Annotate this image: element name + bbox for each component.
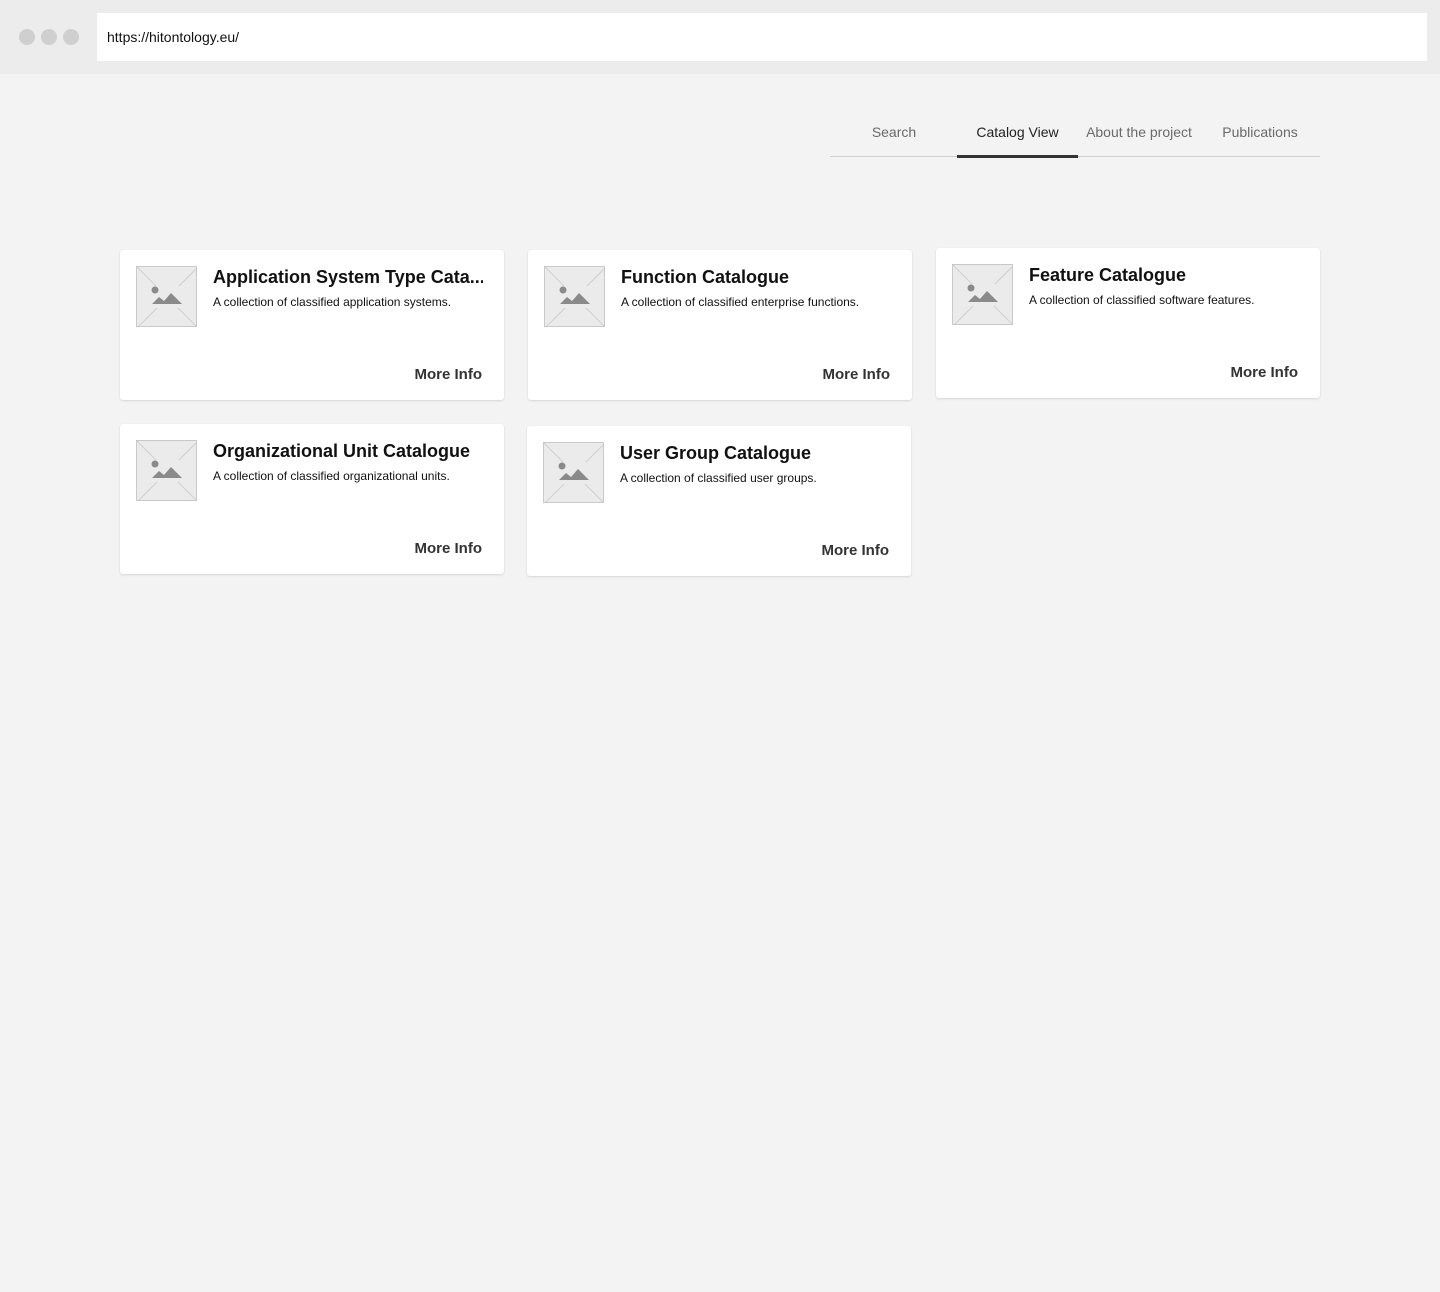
more-info-button[interactable]: More Info (415, 366, 483, 383)
tab-catalog-view[interactable]: Catalog View (957, 108, 1078, 158)
catalog-card-application-system-type: Application System Type Cata... A collec… (120, 250, 504, 400)
card-title: Organizational Unit Catalogue (213, 441, 471, 461)
tab-about-label: About the project (1086, 124, 1192, 140)
address-bar[interactable]: https://hitontology.eu/ (97, 13, 1427, 61)
catalog-card-feature: Feature Catalogue A collection of classi… (936, 248, 1320, 398)
more-info-button[interactable]: More Info (415, 540, 483, 557)
card-description: A collection of classified application s… (213, 295, 452, 309)
tab-search-label: Search (871, 124, 917, 140)
catalog-card-organizational-unit: Organizational Unit Catalogue A collecti… (120, 424, 504, 574)
card-title: Application System Type Cata... (213, 267, 483, 287)
card-description: A collection of classified enterprise fu… (621, 295, 860, 309)
card-description: A collection of classified user groups. (620, 471, 817, 485)
catalog-card-function: Function Catalogue A collection of class… (528, 250, 912, 400)
image-placeholder-icon (136, 266, 197, 327)
image-placeholder-icon (544, 266, 605, 327)
tab-catalog-view-label: Catalog View (976, 124, 1059, 140)
card-description: A collection of classified software feat… (1029, 293, 1255, 307)
image-placeholder-icon (136, 440, 197, 501)
more-info-button[interactable]: More Info (823, 366, 891, 383)
tab-about-the-project[interactable]: About the project (1080, 108, 1198, 156)
more-info-button[interactable]: More Info (822, 542, 890, 559)
tab-search[interactable]: Search (836, 108, 952, 156)
window-minimize-dot-icon[interactable] (41, 29, 57, 45)
catalog-card-user-group: User Group Catalogue A collection of cla… (527, 426, 911, 576)
image-placeholder-icon (543, 442, 604, 503)
card-description: A collection of classified organizationa… (213, 469, 450, 483)
window-maximize-dot-icon[interactable] (63, 29, 79, 45)
more-info-button[interactable]: More Info (1231, 364, 1299, 381)
tab-publications[interactable]: Publications (1200, 108, 1320, 156)
image-placeholder-icon (952, 264, 1013, 325)
card-title: Feature Catalogue (1029, 265, 1187, 285)
main-nav-tabs: Search Catalog View About the project Pu… (830, 108, 1320, 158)
browser-toolbar: https://hitontology.eu/ (0, 0, 1440, 74)
address-bar-url: https://hitontology.eu/ (107, 29, 240, 45)
card-title: User Group Catalogue (620, 443, 812, 463)
window-close-dot-icon[interactable] (19, 29, 35, 45)
tab-publications-label: Publications (1222, 124, 1298, 140)
card-title: Function Catalogue (621, 267, 789, 287)
